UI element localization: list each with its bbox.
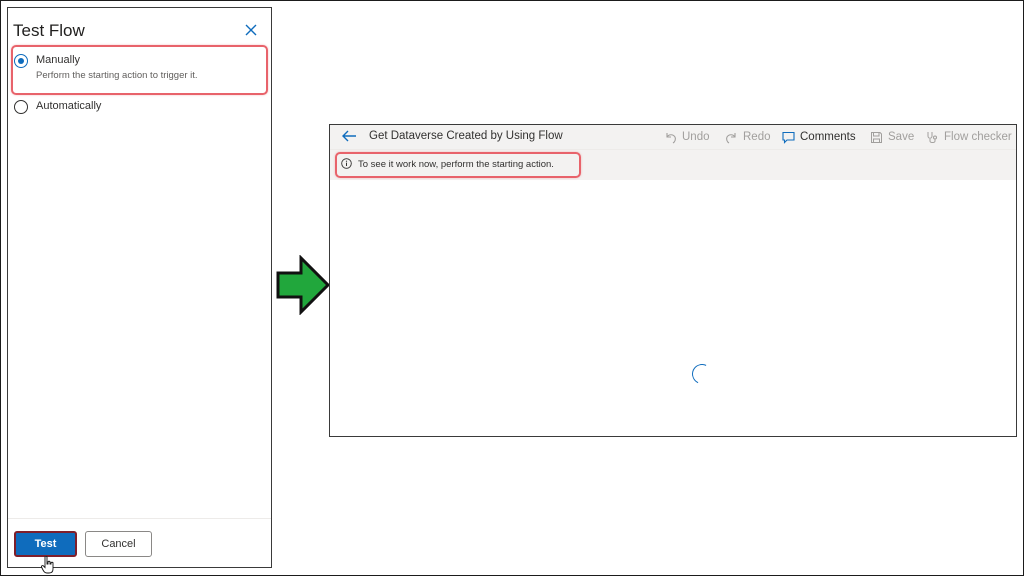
comment-icon [782, 131, 795, 144]
notice-text: To see it work now, perform the starting… [358, 159, 554, 170]
cancel-button[interactable]: Cancel [85, 531, 152, 557]
back-arrow-icon[interactable] [341, 129, 357, 143]
loading-spinner [689, 361, 715, 387]
test-button[interactable]: Test [14, 531, 77, 557]
save-label: Save [888, 131, 915, 143]
save-icon [871, 131, 882, 143]
radio-automatically[interactable] [14, 100, 28, 114]
flow-editor-window: Get Dataverse Created by Using Flow Undo… [329, 124, 1017, 437]
editor-toolbar: Get Dataverse Created by Using Flow Undo… [330, 125, 1016, 149]
undo-button[interactable]: Undo [664, 129, 710, 145]
option-automatically[interactable]: Automatically [14, 100, 254, 116]
green-arrow-icon [276, 255, 331, 315]
redo-label: Redo [743, 131, 771, 143]
redo-icon [726, 132, 736, 143]
undo-label: Undo [682, 131, 710, 143]
undo-icon [666, 132, 676, 143]
hand-cursor-icon [41, 556, 54, 574]
option-manually-description: Perform the starting action to trigger i… [36, 70, 198, 81]
test-flow-panel: Test Flow Manually Perform the starting … [7, 7, 272, 574]
flow-checker-label: Flow checker [944, 131, 1012, 143]
redo-button[interactable]: Redo [725, 129, 771, 145]
close-icon[interactable] [244, 23, 258, 37]
option-manually[interactable]: Manually Perform the starting action to … [14, 54, 254, 88]
comments-button[interactable]: Comments [782, 129, 856, 145]
footer-divider [8, 518, 271, 519]
flow-checker-button[interactable]: Flow checker [926, 129, 1012, 145]
comments-label: Comments [800, 131, 856, 143]
save-button[interactable]: Save [870, 129, 914, 145]
option-manually-label: Manually [36, 54, 81, 66]
panel-title: Test Flow [13, 21, 85, 40]
option-automatically-label: Automatically [36, 100, 102, 112]
flow-title: Get Dataverse Created by Using Flow [369, 130, 563, 142]
radio-manually[interactable] [14, 54, 28, 68]
info-icon [341, 158, 352, 169]
stethoscope-icon [927, 131, 937, 143]
